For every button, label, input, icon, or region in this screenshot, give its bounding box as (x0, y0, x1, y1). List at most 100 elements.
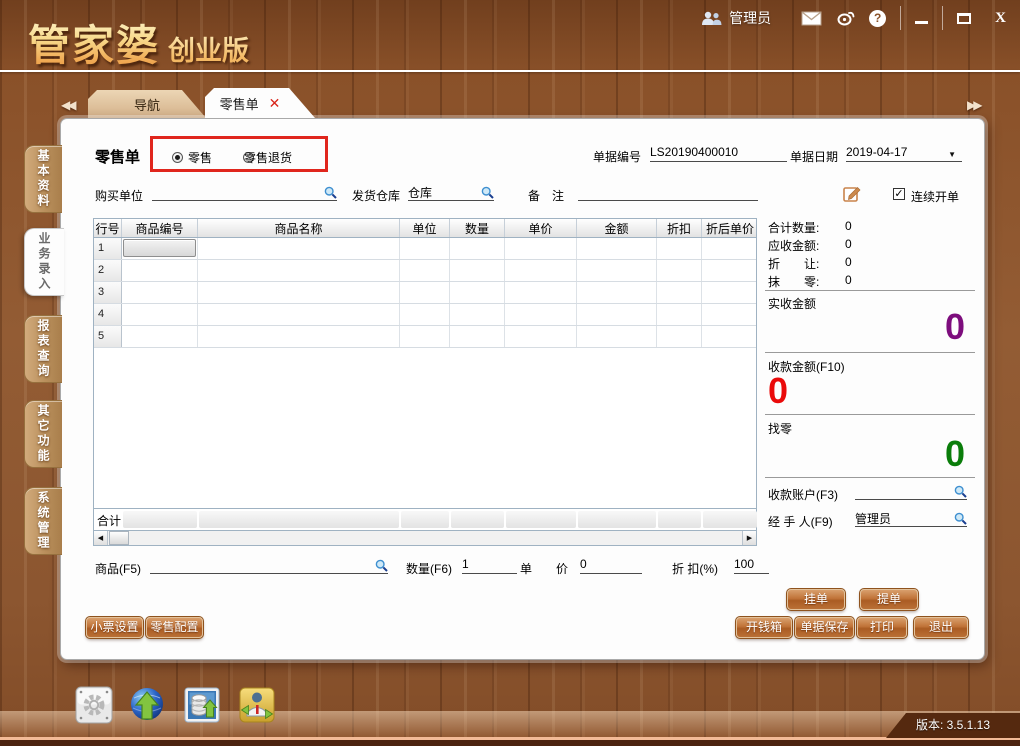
header-divider (0, 70, 1020, 72)
table-cell[interactable] (400, 282, 450, 303)
received-amount: 0 (765, 306, 965, 348)
scroll-right-icon[interactable]: ▶ (742, 531, 756, 545)
row-number: 1 (94, 238, 122, 259)
exit-button[interactable]: 退出 (914, 617, 968, 638)
sidebar-item-basic-data[interactable]: 基本资料 (24, 145, 62, 213)
table-cell[interactable] (577, 304, 657, 325)
sidebar-item-system-management[interactable]: 系统管理 (24, 487, 62, 555)
weibo-icon[interactable] (836, 10, 855, 26)
table-cell[interactable] (122, 326, 198, 347)
table-cell[interactable] (657, 326, 702, 347)
date-dropdown-icon[interactable]: ▼ (948, 150, 956, 159)
continuous-billing-label[interactable]: 连续开单 (911, 188, 959, 205)
table-cell[interactable] (657, 304, 702, 325)
sidebar-item-business-entry[interactable]: 业务录入 (24, 228, 64, 296)
discount-field[interactable]: 100 (734, 557, 769, 574)
table-cell[interactable] (702, 304, 758, 325)
scroll-left-icon[interactable]: ◀ (94, 531, 108, 545)
tab-navigation[interactable]: 导航 (88, 90, 206, 118)
table-cell[interactable] (122, 238, 198, 259)
table-cell[interactable] (450, 304, 505, 325)
sidebar-item-report-query[interactable]: 报表查询 (24, 315, 62, 383)
table-cell[interactable] (577, 326, 657, 347)
table-cell[interactable] (198, 326, 400, 347)
edit-note-icon[interactable] (843, 184, 862, 203)
table-cell[interactable] (400, 304, 450, 325)
settings-icon[interactable] (75, 686, 113, 724)
table-cell[interactable] (702, 326, 758, 347)
tab-close-icon[interactable]: ✕ (269, 95, 281, 112)
print-button[interactable]: 打印 (857, 617, 907, 638)
close-button[interactable]: X (995, 10, 1006, 27)
minimize-button[interactable] (915, 21, 928, 24)
table-header-row: 行号 商品编号 商品名称 单位 数量 单价 金额 折扣 折后单价 (93, 218, 757, 238)
table-cell[interactable] (657, 260, 702, 281)
qty-field[interactable]: 1 (462, 557, 517, 574)
retail-config-button[interactable]: 零售配置 (146, 617, 203, 638)
account-search-icon[interactable] (954, 485, 967, 498)
warehouse-field[interactable]: 仓库 (408, 184, 494, 201)
maximize-button[interactable] (957, 13, 971, 24)
table-cell[interactable] (505, 326, 577, 347)
warehouse-search-icon[interactable] (481, 186, 494, 199)
data-backup-icon[interactable] (183, 686, 221, 724)
handler-field[interactable]: 管理员 (855, 510, 967, 527)
hold-order-button[interactable]: 挂单 (787, 589, 845, 610)
buyer-search-icon[interactable] (324, 186, 337, 199)
table-cell[interactable] (702, 238, 758, 259)
tab-retail-slip[interactable]: 零售单 ✕ (205, 88, 315, 118)
save-document-button[interactable]: 单据保存 (795, 617, 854, 638)
table-cell[interactable] (450, 282, 505, 303)
buyer-label: 购买单位 (95, 187, 143, 204)
account-field[interactable] (855, 483, 967, 500)
table-cell[interactable] (505, 304, 577, 325)
table-cell[interactable] (702, 260, 758, 281)
table-cell[interactable] (505, 238, 577, 259)
table-cell[interactable] (450, 260, 505, 281)
doc-no-field[interactable]: LS20190400010 (650, 145, 787, 162)
col-header: 数量 (450, 219, 505, 237)
scrollbar-thumb[interactable] (109, 531, 129, 545)
buyer-field[interactable] (152, 184, 337, 201)
retrieve-order-button[interactable]: 提单 (860, 589, 918, 610)
tab-scroll-right-icon[interactable]: ▶▶ (967, 98, 979, 112)
table-cell[interactable] (450, 326, 505, 347)
table-cell[interactable] (198, 304, 400, 325)
table-cell[interactable] (400, 260, 450, 281)
tab-scroll-left-icon[interactable]: ◀◀ (61, 98, 73, 112)
bottom-strip (0, 740, 1020, 746)
open-cashbox-button[interactable]: 开钱箱 (736, 617, 792, 638)
table-cell[interactable] (657, 238, 702, 259)
table-cell[interactable] (400, 238, 450, 259)
table-cell[interactable] (702, 282, 758, 303)
network-sync-icon[interactable] (128, 686, 166, 724)
table-cell[interactable] (657, 282, 702, 303)
sidebar-item-other-functions[interactable]: 其它功能 (24, 400, 62, 468)
table-cell[interactable] (577, 282, 657, 303)
table-cell[interactable] (400, 326, 450, 347)
table-cell[interactable] (122, 260, 198, 281)
table-cell[interactable] (505, 282, 577, 303)
doc-date-field[interactable]: 2019-04-17▼ (846, 145, 962, 162)
switch-user-icon[interactable] (238, 686, 276, 724)
table-cell[interactable] (577, 238, 657, 259)
ticket-settings-button[interactable]: 小票设置 (86, 617, 143, 638)
table-cell[interactable] (122, 282, 198, 303)
table-cell[interactable] (198, 282, 400, 303)
remark-field[interactable] (578, 184, 758, 201)
help-icon[interactable]: ? (869, 10, 886, 27)
table-cell[interactable] (577, 260, 657, 281)
mail-icon[interactable] (801, 11, 822, 26)
table-cell[interactable] (122, 304, 198, 325)
product-field[interactable] (150, 557, 388, 574)
handler-search-icon[interactable] (954, 512, 967, 525)
horizontal-scrollbar[interactable]: ◀ ▶ (93, 530, 757, 546)
price-field[interactable]: 0 (580, 557, 642, 574)
table-cell[interactable] (450, 238, 505, 259)
product-search-icon[interactable] (375, 559, 388, 572)
table-cell[interactable] (198, 260, 400, 281)
continuous-billing-checkbox[interactable]: ✓ (893, 188, 905, 200)
table-cell[interactable] (198, 238, 400, 259)
focused-cell[interactable] (123, 239, 196, 257)
table-cell[interactable] (505, 260, 577, 281)
